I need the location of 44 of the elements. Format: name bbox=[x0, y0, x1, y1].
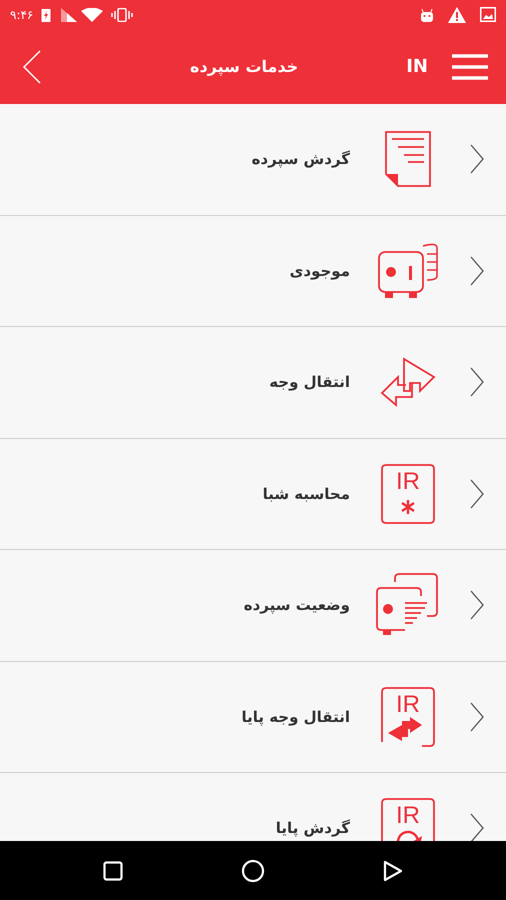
icon-label: IR bbox=[396, 802, 420, 830]
chevron-icon bbox=[470, 590, 484, 620]
chevron-icon bbox=[470, 367, 484, 398]
menu-row[interactable]: وضعیت سپرده bbox=[0, 550, 506, 662]
chevron-icon bbox=[470, 478, 484, 509]
menu-label: وضعیت سپرده bbox=[244, 596, 350, 614]
arrows-icon bbox=[388, 716, 422, 741]
menu-label: انتقال وجه bbox=[269, 373, 350, 392]
signal-icon bbox=[61, 8, 78, 22]
menu-button[interactable] bbox=[452, 54, 488, 80]
recent-apps-button[interactable] bbox=[103, 860, 123, 880]
menu-row[interactable]: گردش سپرده bbox=[0, 104, 506, 216]
icon-label: IR bbox=[396, 468, 420, 495]
chevron-icon bbox=[470, 256, 484, 286]
exchange-icon bbox=[380, 357, 436, 408]
icon-label: IR bbox=[396, 690, 420, 718]
menu-label: گردش پایا bbox=[276, 819, 350, 838]
screen-title: خدمات سپرده bbox=[190, 56, 298, 76]
wifi-icon bbox=[81, 8, 104, 22]
back-nav-button[interactable] bbox=[383, 860, 403, 882]
battery-icon bbox=[41, 8, 52, 22]
cycle-arrow-icon bbox=[396, 831, 422, 841]
vibrate-icon bbox=[111, 8, 134, 22]
menu-icon bbox=[452, 54, 488, 80]
back-icon bbox=[22, 50, 42, 84]
safe-icon bbox=[377, 242, 439, 300]
chevron-icon bbox=[470, 702, 484, 732]
image-icon bbox=[480, 7, 496, 22]
warning-icon bbox=[448, 6, 466, 22]
chevron-icon bbox=[470, 813, 484, 841]
chevron-icon bbox=[470, 144, 484, 174]
menu-label: موجودی bbox=[290, 262, 350, 280]
language-button[interactable]: IN bbox=[406, 56, 428, 78]
menu-row[interactable]: موجودی bbox=[0, 216, 506, 327]
menu-label: انتقال وجه پایا bbox=[241, 708, 350, 726]
home-button[interactable] bbox=[241, 858, 265, 882]
document-icon bbox=[384, 131, 432, 188]
back-button[interactable] bbox=[22, 50, 42, 84]
status-time: ۹:۴۶ bbox=[10, 6, 34, 24]
asterisk-icon bbox=[400, 498, 416, 515]
android-icon bbox=[420, 8, 434, 22]
menu-label: محاسبه شبا bbox=[262, 484, 350, 503]
menu-row[interactable]: انتقال وجه bbox=[0, 327, 506, 438]
menu-label: گردش سپرده bbox=[252, 150, 350, 168]
